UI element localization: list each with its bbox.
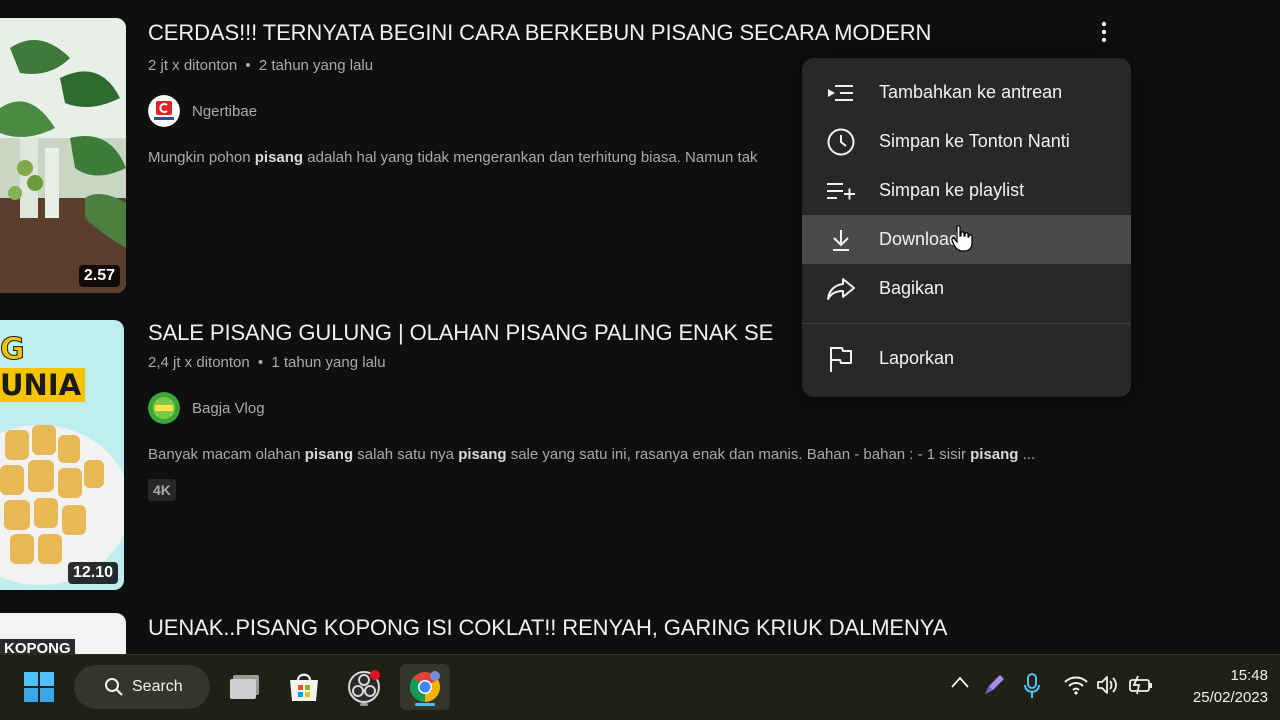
video-thumbnail[interactable]: KOPONG xyxy=(0,613,126,654)
task-view-button[interactable] xyxy=(224,664,268,710)
video-thumbnail[interactable]: G UNIA 12.10 xyxy=(0,320,124,590)
menu-item-save-playlist[interactable]: Simpan ke playlist xyxy=(802,166,1131,215)
video-title[interactable]: CERDAS!!! TERNYATA BEGINI CARA BERKEBUN … xyxy=(148,20,931,46)
hand-cursor-icon xyxy=(951,225,973,252)
thumbnail-caption: G xyxy=(0,332,25,368)
pen-icon xyxy=(985,675,1004,694)
chrome-app[interactable] xyxy=(400,664,450,710)
playlist-add-icon xyxy=(826,176,856,206)
thumbnail-caption: KOPONG xyxy=(0,639,75,654)
video-title[interactable]: SALE PISANG GULUNG | OLAHAN PISANG PALIN… xyxy=(148,320,802,346)
menu-divider xyxy=(802,323,1131,324)
menu-item-share[interactable]: Bagikan xyxy=(802,264,1131,313)
video-context-menu: Tambahkan ke antrean Simpan ke Tonton Na… xyxy=(802,58,1131,397)
upload-age: 1 tahun yang lalu xyxy=(271,354,386,371)
wifi-icon xyxy=(1064,676,1088,695)
obs-icon xyxy=(348,670,380,703)
desc-text: sale yang satu ini, rasanya enak dan man… xyxy=(506,446,971,463)
search-label: Search xyxy=(132,678,183,695)
view-count: 2,4 jt x ditonton xyxy=(148,354,250,371)
channel-avatar[interactable] xyxy=(148,392,180,424)
menu-item-download[interactable]: Download xyxy=(802,215,1131,264)
vertical-dots-icon xyxy=(1101,21,1107,43)
download-icon xyxy=(826,225,856,255)
menu-item-watch-later[interactable]: Simpan ke Tonton Nanti xyxy=(802,117,1131,166)
add-to-queue-icon xyxy=(826,78,856,108)
wifi-tray-button[interactable] xyxy=(1064,675,1088,700)
taskbar: Search 15:48 25/02/2023 xyxy=(0,654,1280,720)
desc-highlight: pisang xyxy=(970,446,1019,463)
meta-separator: • xyxy=(257,354,264,371)
video-description: Banyak macam olahan pisang salah satu ny… xyxy=(148,446,1108,463)
desc-text: adalah hal yang tidak mengerankan dan te… xyxy=(303,149,758,166)
desc-text: salah satu nya xyxy=(353,446,459,463)
channel-link[interactable]: Ngertibae xyxy=(148,95,257,127)
video-title[interactable]: UENAK..PISANG KOPONG ISI COKLAT!! RENYAH… xyxy=(148,615,947,641)
video-description: Mungkin pohon pisang adalah hal yang tid… xyxy=(148,149,802,166)
share-icon xyxy=(826,274,856,304)
desc-highlight: pisang xyxy=(304,446,354,463)
search-icon xyxy=(105,678,123,696)
view-count: 2 jt x ditonton xyxy=(148,57,238,74)
menu-item-report[interactable]: Laporkan xyxy=(802,334,1131,383)
taskbar-search[interactable]: Search xyxy=(74,665,210,709)
task-view-icon xyxy=(230,675,259,699)
video-meta: 2,4 jt x ditonton • 1 tahun yang lalu xyxy=(148,354,386,371)
search-results: 2.57 CERDAS!!! TERNYATA BEGINI CARA BERK… xyxy=(0,0,1280,654)
clock-icon xyxy=(826,127,856,157)
channel-avatar[interactable] xyxy=(148,95,180,127)
more-actions-button[interactable] xyxy=(1090,18,1118,46)
desc-text: ... xyxy=(1018,446,1036,463)
upload-age: 2 tahun yang lalu xyxy=(258,57,374,74)
volume-icon xyxy=(1097,676,1117,694)
taskbar-clock[interactable]: 15:48 25/02/2023 xyxy=(1193,665,1268,709)
video-thumbnail[interactable]: 2.57 xyxy=(0,18,126,293)
active-indicator xyxy=(415,703,435,706)
video-duration: 12.10 xyxy=(67,562,118,584)
meta-separator: • xyxy=(245,57,251,74)
pen-tray-button[interactable] xyxy=(982,673,1006,702)
channel-name[interactable]: Bagja Vlog xyxy=(192,400,265,417)
channel-link[interactable]: Bagja Vlog xyxy=(148,392,265,424)
store-app[interactable] xyxy=(282,664,326,710)
battery-charging-icon xyxy=(1129,675,1152,695)
running-indicator xyxy=(360,703,368,706)
windows-logo-icon xyxy=(24,672,54,702)
thumbnail-caption: UNIA xyxy=(0,368,86,402)
volume-tray-button[interactable] xyxy=(1096,675,1120,700)
menu-item-label: Tambahkan ke antrean xyxy=(879,82,1063,102)
menu-item-label: Simpan ke playlist xyxy=(879,180,1025,200)
channel-name[interactable]: Ngertibae xyxy=(192,103,257,120)
desc-text: Mungkin pohon xyxy=(148,149,255,166)
desc-highlight: pisang xyxy=(458,446,507,463)
desc-highlight: pisang xyxy=(254,149,304,166)
clock-time: 15:48 xyxy=(1230,667,1268,684)
show-hidden-icons-button[interactable] xyxy=(950,675,970,694)
flag-icon xyxy=(826,344,856,374)
microphone-icon xyxy=(1024,673,1040,698)
microsoft-store-icon xyxy=(290,673,318,701)
menu-item-label: Simpan ke Tonton Nanti xyxy=(879,131,1070,151)
menu-item-label: Download xyxy=(879,229,960,249)
desc-text: Banyak macam olahan xyxy=(148,446,305,463)
video-duration: 2.57 xyxy=(78,265,120,287)
menu-item-add-to-queue[interactable]: Tambahkan ke antrean xyxy=(802,68,1131,117)
chevron-up-icon xyxy=(951,676,969,688)
menu-item-label: Bagikan xyxy=(879,278,945,298)
microphone-tray-button[interactable] xyxy=(1024,673,1040,704)
video-meta: 2 jt x ditonton • 2 tahun yang lalu xyxy=(148,57,373,74)
battery-tray-button[interactable] xyxy=(1128,675,1154,700)
chrome-icon xyxy=(409,671,441,702)
clock-date: 25/02/2023 xyxy=(1192,689,1268,706)
quality-badge: 4K xyxy=(148,479,176,501)
video-result-3: KOPONG UENAK..PISANG KOPONG ISI COKLAT!!… xyxy=(0,595,1280,654)
obs-app[interactable] xyxy=(342,664,386,710)
start-button[interactable] xyxy=(16,664,62,710)
menu-item-label: Laporkan xyxy=(879,348,955,368)
